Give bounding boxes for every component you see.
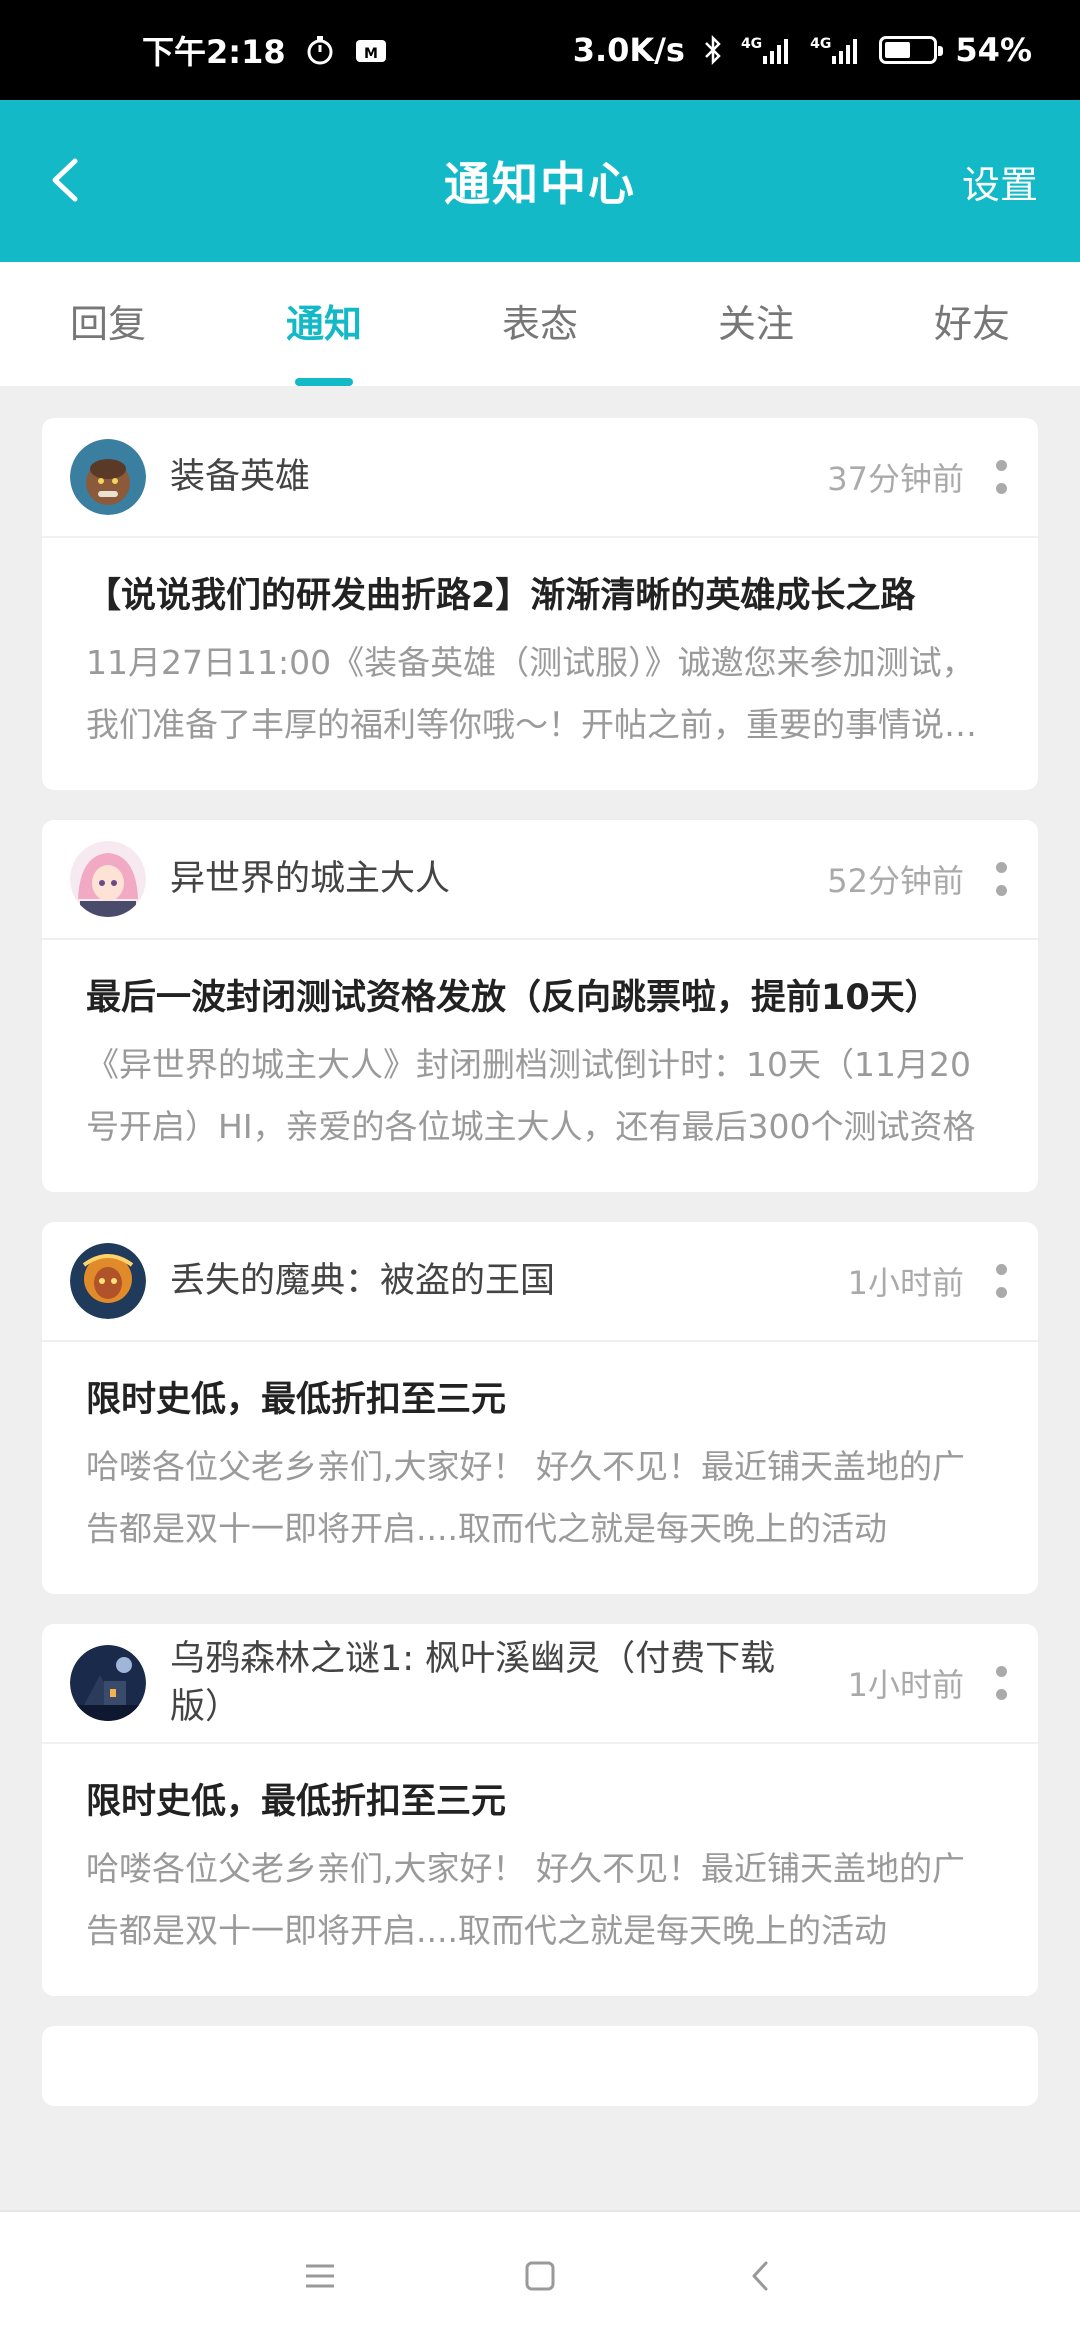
more-options-icon[interactable] — [994, 1264, 1008, 1298]
notification-card-partial[interactable] — [42, 2026, 1038, 2106]
back-triangle-icon — [752, 2261, 768, 2291]
page-title: 通知中心 — [444, 157, 636, 211]
more-options-icon[interactable] — [994, 1666, 1008, 1700]
post-time: 37分钟前 — [827, 460, 964, 498]
card-body: 限时史低，最低折扣至三元哈喽各位父老乡亲们,大家好！ 好久不见！最近铺天盖地的广… — [42, 1342, 1038, 1594]
tab-item[interactable]: 回复 — [0, 262, 216, 386]
system-nav-bar — [0, 2210, 1080, 2340]
menu-nav-button[interactable] — [285, 2241, 355, 2311]
tab-item[interactable]: 好友 — [864, 262, 1080, 386]
tab-bar: 回复 通知 表态 关注 好友 — [0, 262, 1080, 386]
tab-item[interactable]: 关注 — [648, 262, 864, 386]
tab-label: 关注 — [717, 301, 794, 346]
status-bar: 下午2:18 M 3.0K/s 4G 4G 54% — [0, 0, 1080, 100]
more-options-icon[interactable] — [994, 862, 1008, 896]
app-notification-icon: M — [354, 34, 388, 66]
post-excerpt: 11月27日11:00《装备英雄（测试服）》诚邀您来参加测试，我们准备了丰厚的福… — [86, 643, 977, 744]
game-name[interactable]: 丢失的魔典：被盗的王国 — [170, 1257, 848, 1305]
tab-label: 表态 — [501, 301, 578, 346]
notification-list: 装备英雄 37分钟前【说说我们的研发曲折路2】渐渐清晰的英雄成长之路 11月27日1… — [42, 418, 1038, 2136]
game-avatar[interactable] — [70, 841, 146, 917]
notification-card[interactable]: 装备英雄 37分钟前【说说我们的研发曲折路2】渐渐清晰的英雄成长之路 11月27日1… — [42, 418, 1038, 790]
tab-label: 通知 — [285, 301, 362, 346]
bluetooth-icon — [703, 34, 723, 66]
card-body: 【说说我们的研发曲折路2】渐渐清晰的英雄成长之路 11月27日11:00《装备英雄… — [42, 538, 1038, 790]
active-tab-indicator — [295, 378, 353, 386]
card-header: 装备英雄 37分钟前 — [42, 418, 1038, 538]
notification-card[interactable]: 丢失的魔典：被盗的王国 1小时前限时史低，最低折扣至三元哈喽各位父老乡亲们,大家好… — [42, 1222, 1038, 1594]
post-excerpt: 哈喽各位父老乡亲们,大家好！ 好久不见！最近铺天盖地的广告都是双十一即将开启..… — [86, 1447, 965, 1548]
menu-icon — [306, 2264, 334, 2288]
network-speed: 3.0K/s — [572, 31, 685, 69]
card-header: 异世界的城主大人 52分钟前 — [42, 820, 1038, 940]
post-excerpt: 哈喽各位父老乡亲们,大家好！ 好久不见！最近铺天盖地的广告都是双十一即将开启..… — [86, 1849, 965, 1950]
card-body: 最后一波封闭测试资格发放（反向跳票啦，提前10天） 《异世界的城主大人》封闭删档测… — [42, 940, 1038, 1192]
tab-item[interactable]: 通知 — [216, 262, 432, 386]
signal-icon-sim2: 4G — [810, 36, 861, 64]
home-square-icon — [525, 2261, 555, 2291]
post-title: 限时史低，最低折扣至三元 — [86, 1380, 507, 1420]
tab-label: 回复 — [69, 301, 146, 346]
post-excerpt: 《异世界的城主大人》封闭删档测试倒计时：10天（11月20号开启）HI，亲爱的各… — [86, 1045, 976, 1146]
timer-icon — [304, 34, 336, 66]
post-title: 限时史低，最低折扣至三元 — [86, 1782, 507, 1822]
back-nav-button[interactable] — [725, 2241, 795, 2311]
card-header: 丢失的魔典：被盗的王国 1小时前 — [42, 1222, 1038, 1342]
card-header: 乌鸦森林之谜1: 枫叶溪幽灵（付费下载版） 1小时前 — [42, 1624, 1038, 1744]
post-title: 最后一波封闭测试资格发放（反向跳票啦，提前10天） — [86, 978, 940, 1018]
post-title: 【说说我们的研发曲折路2】渐渐清晰的英雄成长之路 — [86, 576, 916, 616]
signal-icon-sim1: 4G — [741, 36, 792, 64]
game-avatar[interactable] — [70, 1645, 146, 1721]
post-time: 1小时前 — [847, 1666, 964, 1704]
battery-icon — [879, 36, 944, 64]
settings-button[interactable]: 设置 — [962, 154, 1038, 209]
tab-item[interactable]: 表态 — [432, 262, 648, 386]
tab-label: 好友 — [933, 301, 1010, 346]
card-body: 限时史低，最低折扣至三元哈喽各位父老乡亲们,大家好！ 好久不见！最近铺天盖地的广… — [42, 1744, 1038, 1996]
app-header: 通知中心 设置 — [0, 100, 1080, 262]
battery-percent: 54% — [955, 31, 1032, 69]
notification-card[interactable]: 乌鸦森林之谜1: 枫叶溪幽灵（付费下载版） 1小时前限时史低，最低折扣至三元哈喽各… — [42, 1624, 1038, 1996]
game-name[interactable]: 装备英雄 — [170, 453, 827, 501]
game-avatar[interactable] — [70, 1243, 146, 1319]
more-options-icon[interactable] — [994, 460, 1008, 494]
post-time: 1小时前 — [847, 1264, 964, 1302]
game-avatar[interactable] — [70, 439, 146, 515]
post-time: 52分钟前 — [827, 862, 964, 900]
game-name[interactable]: 乌鸦森林之谜1: 枫叶溪幽灵（付费下载版） — [170, 1635, 848, 1731]
game-name[interactable]: 异世界的城主大人 — [170, 855, 827, 903]
svg-text:M: M — [364, 46, 378, 62]
notification-card[interactable]: 异世界的城主大人 52分钟前最后一波封闭测试资格发放（反向跳票啦，提前10天） 《异… — [42, 820, 1038, 1192]
status-time: 下午2:18 — [142, 33, 286, 71]
home-nav-button[interactable] — [505, 2241, 575, 2311]
